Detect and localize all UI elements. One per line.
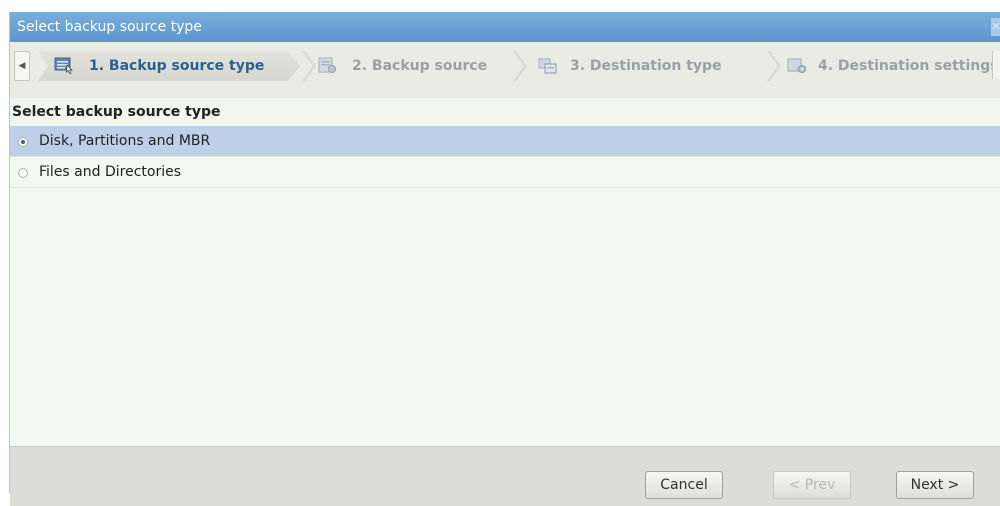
step-separator — [767, 51, 781, 81]
step-separator — [513, 51, 527, 81]
radio-unselected-icon[interactable] — [18, 168, 28, 178]
step-destination-type[interactable]: 3. Destination type — [570, 51, 722, 81]
backup-wizard-dialog: Select backup source type ✕ ◀ 1. Backup … — [9, 12, 1000, 506]
scroll-steps-right-button[interactable] — [992, 51, 1000, 79]
option-disk-partitions-mbr[interactable]: Disk, Partitions and MBR — [10, 126, 1000, 157]
close-icon: ✕ — [991, 20, 1000, 33]
step-backup-source[interactable]: 2. Backup source — [352, 51, 487, 81]
radio-selected-icon[interactable] — [18, 137, 28, 147]
next-button[interactable]: Next > — [896, 471, 974, 499]
prev-button[interactable]: < Prev — [773, 471, 851, 499]
close-button[interactable]: ✕ — [991, 18, 1000, 36]
title-bar: Select backup source type ✕ — [10, 12, 1000, 42]
cancel-button[interactable]: Cancel — [645, 471, 723, 499]
step-backup-source-type[interactable]: 1. Backup source type — [89, 51, 264, 81]
destination-type-icon — [538, 58, 557, 74]
dialog-footer: Cancel < Prev Next > — [10, 446, 1000, 506]
backup-source-icon — [318, 57, 336, 73]
step-separator — [302, 51, 316, 81]
option-files-directories[interactable]: Files and Directories — [10, 157, 1000, 188]
destination-settings-icon — [787, 58, 806, 73]
step-destination-settings[interactable]: 4. Destination settings — [818, 51, 993, 81]
source-type-icon — [54, 57, 73, 74]
window-title: Select backup source type — [17, 19, 202, 35]
arrow-left-icon: ◀ — [18, 61, 26, 71]
scroll-steps-left-button[interactable]: ◀ — [14, 51, 30, 81]
source-type-options: Disk, Partitions and MBR Files and Direc… — [10, 126, 1000, 456]
section-title: Select backup source type — [10, 98, 1000, 126]
